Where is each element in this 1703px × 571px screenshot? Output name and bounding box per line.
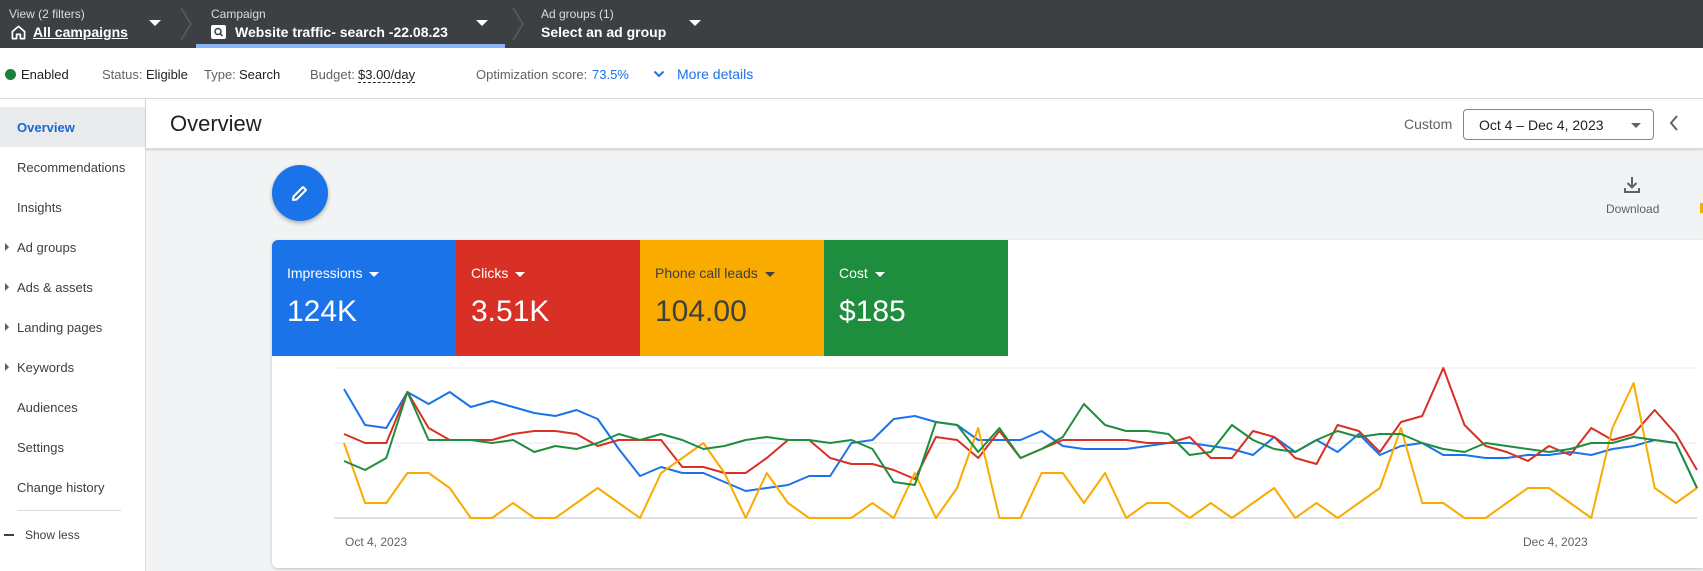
- expand-arrow-icon: [5, 323, 9, 331]
- sidebar-item-ads-assets[interactable]: Ads & assets: [0, 267, 145, 307]
- sidebar-item-label: Recommendations: [17, 160, 126, 175]
- metric-value: 104.00: [655, 295, 747, 328]
- date-range-picker[interactable]: Oct 4 – Dec 4, 2023: [1463, 109, 1654, 140]
- sidebar-nav: Overview Recommendations Insights Ad gro…: [0, 99, 146, 571]
- expand-arrow-icon: [5, 363, 9, 371]
- sidebar-item-label: Overview: [17, 120, 75, 135]
- metric-label: Clicks: [471, 265, 526, 281]
- sidebar-item-settings[interactable]: Settings: [0, 427, 145, 467]
- status-value: Eligible: [146, 67, 188, 82]
- view-selector-value: All campaigns: [33, 24, 128, 40]
- expand-arrow-icon: [5, 243, 9, 251]
- ad-group-selector[interactable]: Ad groups (1) Select an ad group: [535, 0, 705, 48]
- date-range-value: Oct 4 – Dec 4, 2023: [1479, 117, 1604, 133]
- sidebar-item-label: Ads & assets: [17, 280, 93, 295]
- sidebar-item-ad-groups[interactable]: Ad groups: [0, 227, 145, 267]
- campaign-selector-label: Campaign: [211, 7, 266, 21]
- sidebar-item-label: Ad groups: [17, 240, 77, 255]
- view-selector-label: View (2 filters): [9, 7, 85, 21]
- metric-card-cost[interactable]: Cost $185: [824, 240, 1008, 356]
- x-axis-start-label: Oct 4, 2023: [345, 535, 408, 549]
- performance-line-chart: [334, 367, 1698, 519]
- pencil-icon: [292, 186, 307, 201]
- chevron-down-icon[interactable]: [653, 69, 665, 79]
- sidebar-item-partial[interactable]: [17, 562, 77, 571]
- type-label: Type:: [204, 67, 236, 82]
- sidebar-item-label: Keywords: [17, 360, 75, 375]
- chevron-down-icon: [476, 20, 488, 26]
- metric-label: Impressions: [287, 265, 380, 281]
- sidebar-item-label: Landing pages: [17, 320, 103, 335]
- metric-value: $185: [839, 295, 906, 328]
- metric-card-clicks[interactable]: Clicks 3.51K: [456, 240, 640, 356]
- show-less-button[interactable]: Show less: [0, 521, 145, 549]
- download-icon: [1624, 177, 1640, 193]
- optimization-score-value[interactable]: 73.5%: [592, 67, 629, 82]
- download-button[interactable]: Download: [1598, 175, 1668, 220]
- metric-value: 3.51K: [471, 295, 550, 328]
- chevron-down-icon: [764, 271, 775, 277]
- metric-label-text: Phone call leads: [655, 265, 758, 281]
- metric-label-text: Impressions: [287, 265, 363, 281]
- chevron-down-icon: [1631, 123, 1641, 128]
- chevron-down-icon: [515, 271, 526, 277]
- x-axis-end-label: Dec 4, 2023: [1523, 535, 1588, 549]
- chevron-down-icon: [689, 20, 701, 26]
- breadcrumb-separator-icon: [180, 8, 192, 40]
- campaign-status-bar: Enabled Status: Eligible Type: Search Bu…: [0, 48, 1703, 99]
- budget-label: Budget:: [310, 67, 355, 82]
- sidebar-item-label: Insights: [17, 200, 62, 215]
- enabled-status[interactable]: Enabled: [21, 67, 69, 82]
- ad-group-selector-label: Ad groups (1): [541, 7, 614, 21]
- metric-value: 124K: [287, 295, 358, 328]
- expand-arrow-icon: [5, 283, 9, 291]
- edit-button[interactable]: [272, 165, 328, 221]
- show-less-label: Show less: [25, 528, 80, 542]
- sidebar-item-audiences[interactable]: Audiences: [0, 387, 145, 427]
- sidebar-item-insights[interactable]: Insights: [0, 187, 145, 227]
- collapse-icon: [4, 534, 14, 536]
- metric-card-phone-call-leads[interactable]: Phone call leads 104.00: [640, 240, 824, 356]
- top-bar: View (2 filters) All campaigns Campaign …: [0, 0, 1703, 48]
- series-line-impressions: [343, 388, 1698, 492]
- sidebar-item-label: Audiences: [17, 400, 78, 415]
- sidebar-item-overview[interactable]: Overview: [0, 107, 145, 147]
- chevron-down-icon: [874, 271, 885, 277]
- chevron-down-icon: [149, 20, 161, 26]
- sidebar-divider: [17, 510, 121, 511]
- chevron-left-icon[interactable]: [1666, 111, 1682, 135]
- metric-label: Cost: [839, 265, 885, 281]
- download-label: Download: [1606, 202, 1660, 216]
- metric-card-impressions[interactable]: Impressions 124K: [272, 240, 456, 356]
- date-range-type-label: Custom: [1404, 116, 1453, 132]
- page-title: Overview: [170, 111, 262, 136]
- series-line-phone-call-leads: [343, 382, 1698, 519]
- enabled-status-icon: [5, 69, 16, 80]
- optimization-score-label: Optimization score:: [476, 67, 588, 82]
- sidebar-item-change-history[interactable]: Change history: [0, 467, 145, 507]
- search-campaign-icon: [211, 25, 226, 39]
- type-value: Search: [239, 67, 281, 82]
- metric-label-text: Clicks: [471, 265, 509, 281]
- ad-group-selector-value: Select an ad group: [541, 24, 667, 40]
- overview-header: Overview Custom Oct 4 – Dec 4, 2023: [146, 99, 1703, 149]
- sidebar-item-recommendations[interactable]: Recommendations: [0, 147, 145, 187]
- chevron-down-icon: [369, 271, 380, 277]
- sidebar-item-landing-pages[interactable]: Landing pages: [0, 307, 145, 347]
- series-line-clicks: [343, 367, 1698, 480]
- performance-chart-card: Impressions 124K Clicks 3.51K Phone call…: [272, 240, 1703, 568]
- metric-label: Phone call leads: [655, 265, 775, 281]
- sidebar-item-label: Change history: [17, 480, 105, 495]
- view-selector[interactable]: View (2 filters) All campaigns: [0, 0, 170, 48]
- sidebar-item-label: Settings: [17, 440, 64, 455]
- metric-label-text: Cost: [839, 265, 868, 281]
- status-label: Status:: [102, 67, 143, 82]
- budget-value[interactable]: $3.00/day: [358, 67, 416, 83]
- campaign-selector-value: Website traffic- search -22.08.23: [235, 24, 448, 40]
- sidebar-item-keywords[interactable]: Keywords: [0, 347, 145, 387]
- home-icon: [11, 25, 26, 40]
- breadcrumb-separator-icon: [512, 8, 524, 40]
- campaign-selector[interactable]: Campaign Website traffic- search -22.08.…: [196, 0, 505, 48]
- more-details-link[interactable]: More details: [677, 66, 753, 82]
